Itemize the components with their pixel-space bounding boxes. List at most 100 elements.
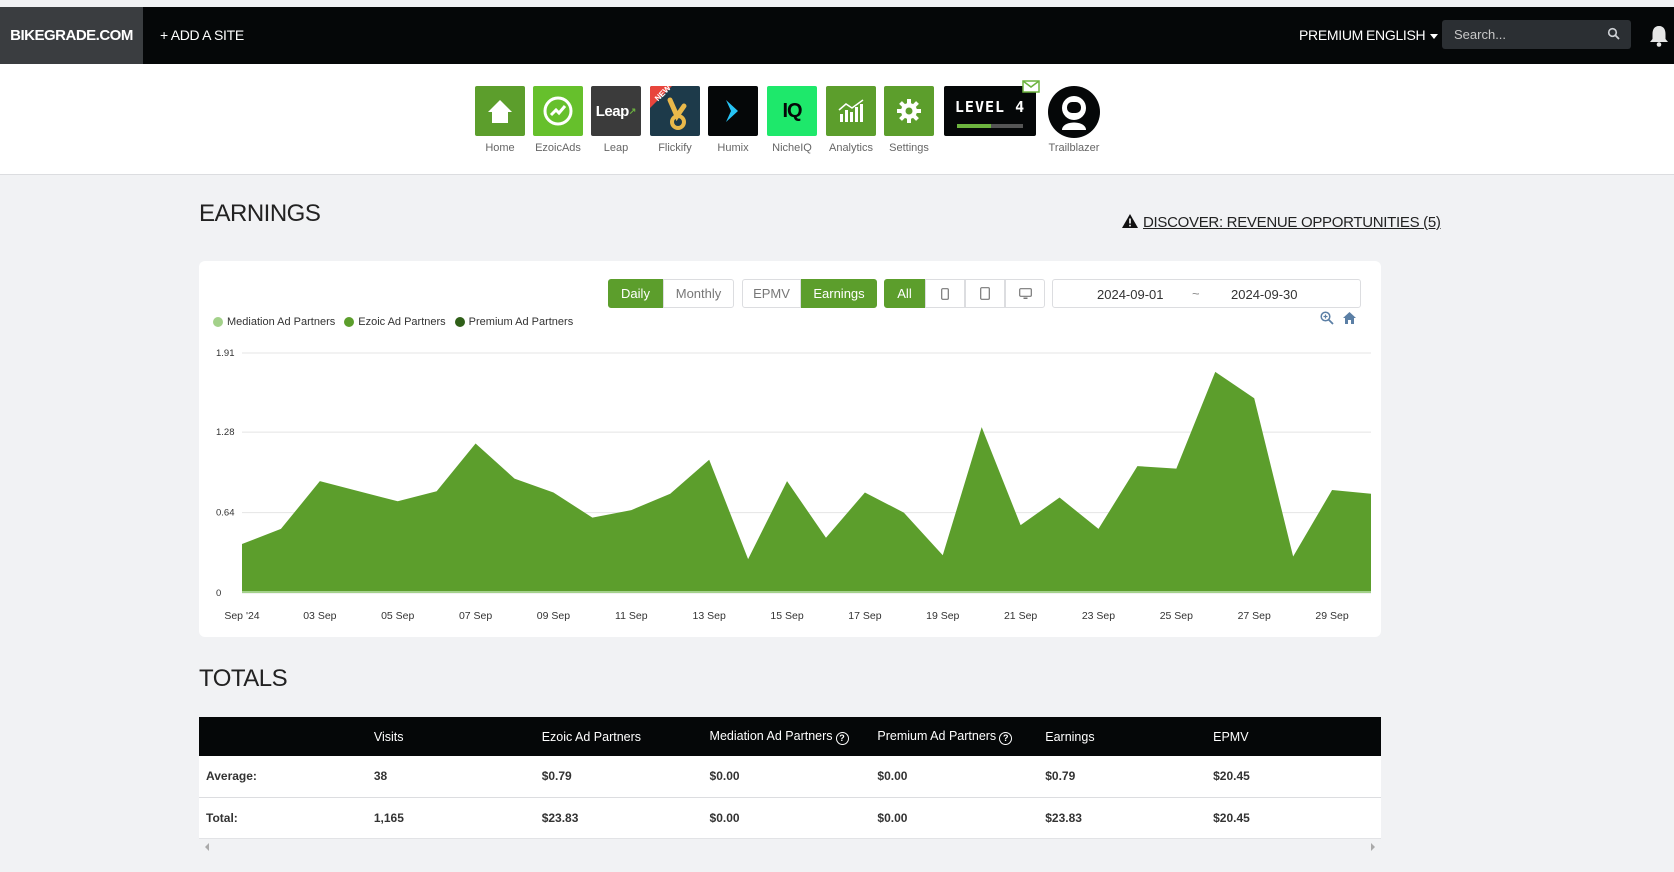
language-dropdown[interactable]: ENGLISH <box>1366 7 1439 64</box>
table-cell: $0.00 <box>709 769 740 784</box>
row-label: Average: <box>206 769 257 784</box>
column-header-earnings: Earnings <box>1045 729 1095 744</box>
legend-item-mediation[interactable]: Mediation Ad Partners <box>213 316 335 328</box>
search-box <box>1442 20 1631 49</box>
date-separator: ~ <box>1192 286 1200 301</box>
column-header-premium: Premium Ad Partners? <box>877 717 1045 756</box>
table-cell: $20.45 <box>1213 810 1250 825</box>
tablet-button[interactable] <box>965 279 1005 308</box>
table-header-row: Visits Ezoic Ad Partners Mediation Ad Pa… <box>199 717 1381 756</box>
date-end[interactable]: 2024-09-30 <box>1231 287 1298 302</box>
horizontal-scrollbar[interactable] <box>199 838 1381 854</box>
table-cell: $0.00 <box>877 810 908 825</box>
row-label: Total: <box>206 810 238 825</box>
x-tick-label: 13 Sep <box>693 610 726 622</box>
table-cell: $23.83 <box>541 810 579 825</box>
epmv-button[interactable]: EPMV <box>742 279 801 308</box>
x-tick-label: 17 Sep <box>848 610 881 622</box>
level-text: LEVEL 4 <box>954 98 1026 116</box>
legend-dot <box>213 317 223 327</box>
column-header-ezoic: Ezoic Ad Partners <box>541 729 642 744</box>
totals-heading: TOTALS <box>199 665 288 692</box>
app-ezoicads[interactable]: EzoicAds <box>533 86 583 154</box>
discover-link[interactable]: DISCOVER: REVENUE OPPORTUNITIES (5) <box>1143 214 1441 231</box>
x-tick-label: 19 Sep <box>926 610 959 622</box>
device-toggle: All <box>884 279 1045 308</box>
zoom-icon[interactable] <box>1320 311 1334 325</box>
earnings-button[interactable]: Earnings <box>801 279 877 308</box>
earnings-heading: EARNINGS <box>199 200 321 227</box>
totals-table: Visits Ezoic Ad Partners Mediation Ad Pa… <box>199 717 1381 839</box>
home-icon <box>475 86 525 136</box>
column-header-mediation: Mediation Ad Partners? <box>710 717 878 756</box>
leap-icon: Leap ↗ <box>591 86 641 136</box>
gear-icon <box>884 86 934 136</box>
app-analytics[interactable]: Analytics <box>826 86 876 154</box>
table-cell: $20.45 <box>1213 769 1250 784</box>
help-icon[interactable]: ? <box>999 731 1013 745</box>
ezoicads-icon <box>533 86 583 136</box>
y-tick-label: 0 <box>216 588 221 599</box>
help-icon[interactable]: ? <box>835 731 849 745</box>
table-row: Average: 38 $0.79 $0.00 $0.00 $0.79 $20.… <box>199 756 1381 797</box>
envelope-icon[interactable] <box>1022 80 1040 93</box>
app-humix[interactable]: Humix <box>708 86 758 154</box>
level-progress-bar <box>957 124 1023 128</box>
x-tick-label: 25 Sep <box>1160 610 1193 622</box>
period-toggle: Daily Monthly <box>608 279 734 308</box>
app-nicheiq[interactable]: IQ NicheIQ <box>767 86 817 154</box>
discover-revenue-opportunities: DISCOVER: REVENUE OPPORTUNITIES (5) <box>1121 213 1441 231</box>
column-header-visits: Visits <box>373 729 404 744</box>
table-cell: $23.83 <box>1045 810 1082 825</box>
site-name-button[interactable]: BIKEGRADE.COM <box>0 7 143 64</box>
y-tick-label: 1.91 <box>216 348 235 359</box>
date-range-picker[interactable]: 2024-09-01 ~ 2024-09-30 <box>1052 279 1361 308</box>
date-start[interactable]: 2024-09-01 <box>1097 287 1164 302</box>
bell-icon[interactable] <box>1648 24 1670 48</box>
level-badge[interactable]: LEVEL 4 <box>944 80 1040 136</box>
mobile-button[interactable] <box>925 279 965 308</box>
flickify-icon: NEW <box>650 86 700 136</box>
table-cell: 1,165 <box>373 810 404 825</box>
search-input[interactable] <box>1442 20 1602 49</box>
app-settings[interactable]: Settings <box>884 86 934 154</box>
language-label: ENGLISH <box>1366 27 1426 43</box>
app-flickify[interactable]: NEW Flickify <box>650 86 700 154</box>
monthly-button[interactable]: Monthly <box>663 279 734 308</box>
y-tick-label: 1.28 <box>216 427 235 438</box>
earnings-chart-card: 1.91 1.28 0.64 0 Sep '24 03 Sep 05 Sep 07 Sep 09… <box>199 261 1381 637</box>
tablet-icon <box>980 287 990 300</box>
chart-legend: Mediation Ad Partners Ezoic Ad Partners … <box>213 316 582 328</box>
reset-zoom-home-icon[interactable] <box>1342 311 1357 325</box>
daily-button[interactable]: Daily <box>608 279 663 308</box>
scroll-right-arrow-icon[interactable] <box>1371 843 1375 851</box>
app-label: Trailblazer <box>1048 142 1100 154</box>
scroll-left-arrow-icon[interactable] <box>205 843 209 851</box>
legend-dot <box>344 317 355 327</box>
all-devices-button[interactable]: All <box>884 279 925 308</box>
legend-item-ezoic[interactable]: Ezoic Ad Partners <box>344 316 446 328</box>
table-cell: $0.79 <box>541 769 572 784</box>
app-navigation: Home EzoicAds Leap ↗ Leap NEW Flickify Hu… <box>0 64 1674 175</box>
site-name-label: BIKEGRADE.COM <box>10 27 133 44</box>
desktop-button[interactable] <box>1005 279 1045 308</box>
app-leap[interactable]: Leap ↗ Leap <box>591 86 641 154</box>
premium-link[interactable]: PREMIUM <box>1299 7 1363 64</box>
metric-toggle: EPMV Earnings <box>742 279 877 308</box>
table-cell: 38 <box>373 769 388 784</box>
x-tick-label: 03 Sep <box>303 610 336 622</box>
app-home[interactable]: Home <box>475 86 525 154</box>
add-site-link[interactable]: + ADD A SITE <box>160 7 244 64</box>
x-tick-label: 21 Sep <box>1004 610 1037 622</box>
app-trailblazer[interactable]: Trailblazer <box>1048 86 1100 154</box>
x-tick-label: 07 Sep <box>459 610 492 622</box>
top-bar: BIKEGRADE.COM + ADD A SITE PREMIUM ENGLI… <box>0 7 1674 64</box>
y-tick-label: 0.64 <box>216 508 235 519</box>
astronaut-icon <box>1048 86 1100 138</box>
legend-label: Premium Ad Partners <box>468 316 574 328</box>
column-header-blank <box>199 717 374 756</box>
warning-icon <box>1122 214 1138 228</box>
level-progress-fill <box>957 124 992 128</box>
legend-item-premium[interactable]: Premium Ad Partners <box>454 316 574 328</box>
search-icon[interactable] <box>1607 27 1621 41</box>
